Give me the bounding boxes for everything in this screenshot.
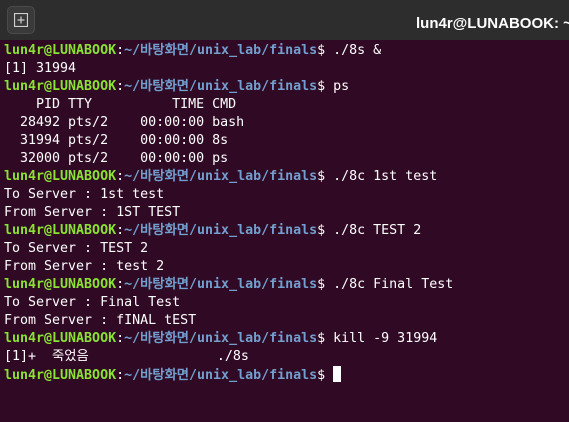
prompt-path: ~/바탕화면/unix_lab/finals	[124, 169, 318, 184]
prompt-path: ~/바탕화면/unix_lab/finals	[124, 368, 318, 383]
output-line: From Server : fINAL tEST	[4, 313, 197, 328]
prompt-separator: :	[116, 277, 125, 292]
prompt-line: lun4r@LUNABOOK:~/바탕화면/unix_lab/finals$ .…	[4, 168, 453, 186]
prompt-user-host: lun4r@LUNABOOK	[4, 43, 117, 58]
prompt-separator: :	[116, 169, 125, 184]
prompt-line: lun4r@LUNABOOK:~/바탕화면/unix_lab/finals$ .…	[4, 222, 453, 240]
output-line: From Server : test 2	[4, 259, 165, 274]
output-line: To Server : Final Test	[4, 295, 181, 310]
prompt-symbol: $	[317, 331, 334, 346]
prompt-separator: :	[116, 331, 125, 346]
prompt-separator: :	[116, 79, 125, 94]
prompt-path: ~/바탕화면/unix_lab/finals	[124, 223, 318, 238]
prompt-user-host: lun4r@LUNABOOK	[4, 79, 117, 94]
output-line: PID TTY TIME CMD	[4, 97, 237, 112]
prompt-line: lun4r@LUNABOOK:~/바탕화면/unix_lab/finals$ .…	[4, 276, 453, 294]
prompt-symbol: $	[317, 79, 334, 94]
prompt-symbol: $	[317, 223, 334, 238]
prompt-separator: :	[116, 223, 125, 238]
command-text: ./8c Final Test	[333, 277, 454, 292]
prompt-line: lun4r@LUNABOOK:~/바탕화면/unix_lab/finals$ .…	[4, 42, 453, 60]
prompt-user-host: lun4r@LUNABOOK	[4, 169, 117, 184]
prompt-path: ~/바탕화면/unix_lab/finals	[124, 277, 318, 292]
prompt-path: ~/바탕화면/unix_lab/finals	[124, 79, 318, 94]
prompt-symbol: $	[317, 169, 334, 184]
prompt-symbol: $	[317, 43, 334, 58]
command-text: ./8c TEST 2	[333, 223, 422, 238]
text-cursor	[333, 366, 342, 382]
window-title: lun4r@LUNABOOK: ~/바	[416, 15, 569, 32]
prompt-user-host: lun4r@LUNABOOK	[4, 223, 117, 238]
prompt-path: ~/바탕화면/unix_lab/finals	[124, 331, 318, 346]
output-line: From Server : 1ST TEST	[4, 205, 181, 220]
terminal-window: lun4r@LUNABOOK: ~/바 lun4r@LUNABOOK:~/바탕화…	[0, 0, 569, 422]
command-text: kill -9 31994	[333, 331, 438, 346]
output-line: [1] 31994	[4, 61, 77, 76]
output-line: [1]+ 죽었음 ./8s	[4, 349, 249, 364]
prompt-symbol: $	[317, 368, 334, 383]
prompt-user-host: lun4r@LUNABOOK	[4, 368, 117, 383]
command-text: ./8c 1st test	[333, 169, 438, 184]
prompt-user-host: lun4r@LUNABOOK	[4, 277, 117, 292]
prompt-line: lun4r@LUNABOOK:~/바탕화면/unix_lab/finals$ p…	[4, 78, 453, 96]
prompt-path: ~/바탕화면/unix_lab/finals	[124, 43, 318, 58]
prompt-line: lun4r@LUNABOOK:~/바탕화면/unix_lab/finals$	[4, 366, 453, 384]
output-line: To Server : 1st test	[4, 187, 165, 202]
output-line: 28492 pts/2 00:00:00 bash	[4, 115, 245, 130]
title-bar: lun4r@LUNABOOK: ~/바	[0, 0, 569, 41]
prompt-separator: :	[116, 368, 125, 383]
output-line: To Server : TEST 2	[4, 241, 149, 256]
prompt-separator: :	[116, 43, 125, 58]
prompt-user-host: lun4r@LUNABOOK	[4, 331, 117, 346]
new-tab-icon	[14, 13, 28, 27]
output-line: 31994 pts/2 00:00:00 8s	[4, 133, 229, 148]
terminal-lines: lun4r@LUNABOOK:~/바탕화면/unix_lab/finals$ .…	[4, 42, 453, 384]
new-tab-button[interactable]	[7, 6, 35, 34]
prompt-symbol: $	[317, 277, 334, 292]
command-text: ./8s &	[333, 43, 382, 58]
output-line: 32000 pts/2 00:00:00 ps	[4, 151, 229, 166]
terminal-output[interactable]: lun4r@LUNABOOK:~/바탕화면/unix_lab/finals$ .…	[0, 40, 569, 422]
command-text: ps	[333, 79, 350, 94]
prompt-line: lun4r@LUNABOOK:~/바탕화면/unix_lab/finals$ k…	[4, 330, 453, 348]
